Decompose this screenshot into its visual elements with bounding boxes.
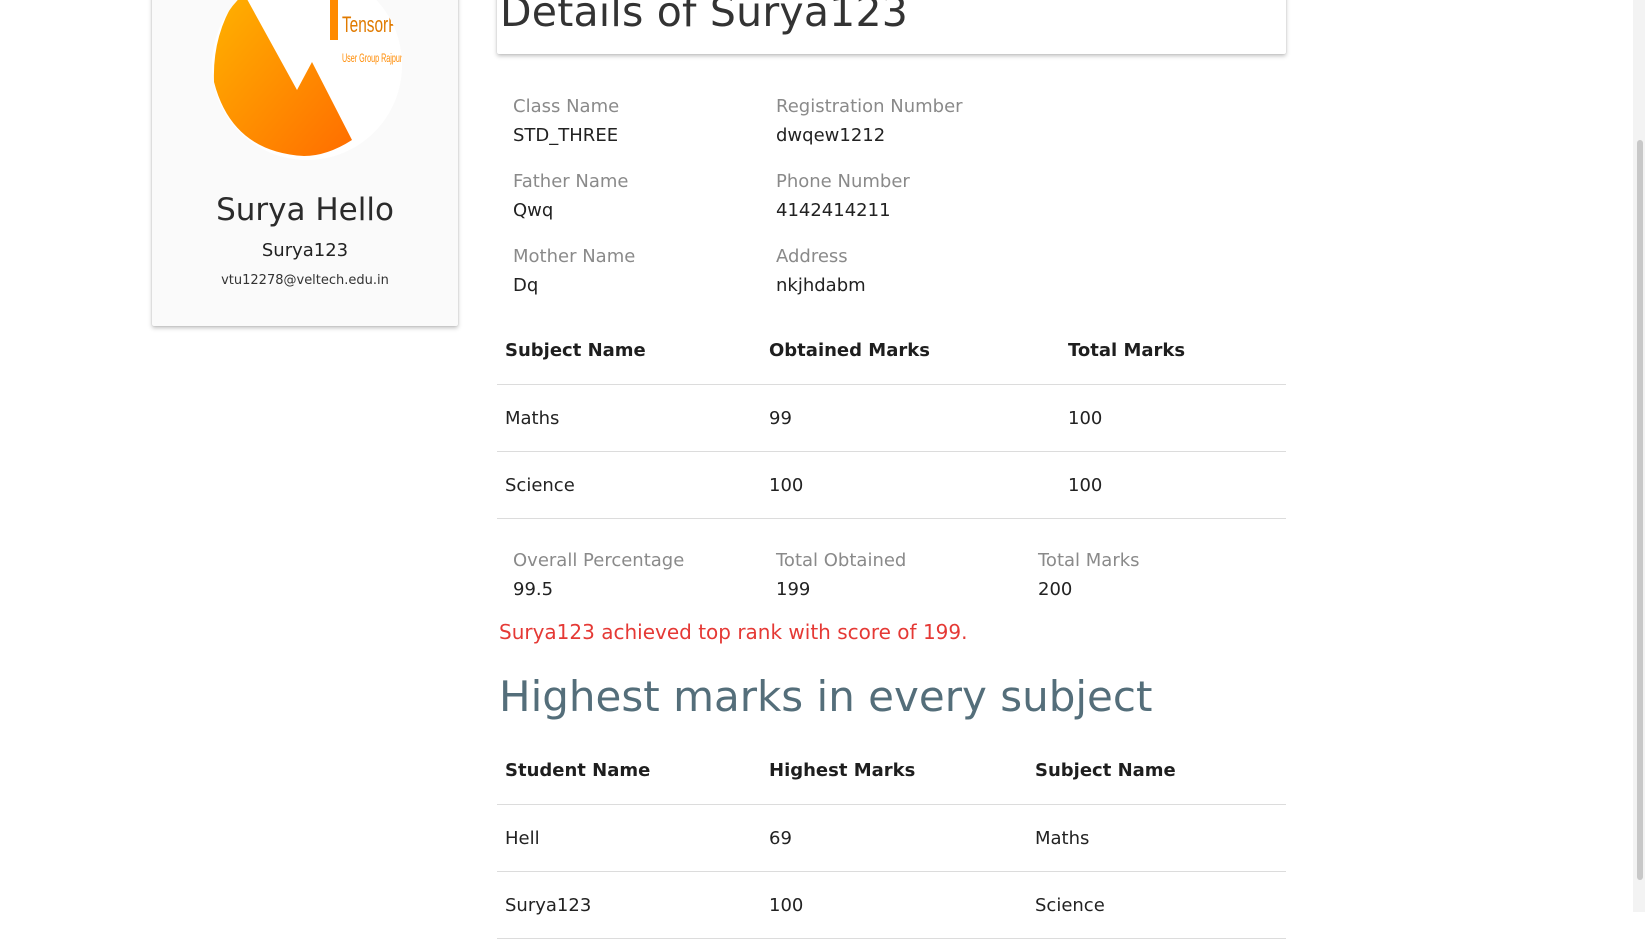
- detail-label: Father Name: [513, 171, 629, 192]
- column-header: Subject Name: [1035, 760, 1176, 781]
- detail-value: Dq: [513, 275, 539, 296]
- table-row: Science 100 100: [497, 452, 1286, 519]
- tensorflow-logo-icon: TensorFlow User Group Rajpur: [212, 0, 402, 160]
- detail-value: STD_THREE: [513, 125, 619, 146]
- profile-card: TensorFlow User Group Rajpur Surya Hello…: [152, 0, 458, 326]
- table-row: Hell 69 Maths: [497, 805, 1286, 872]
- detail-value: 4142414211: [776, 200, 891, 221]
- summary-value: 99.5: [513, 579, 554, 600]
- table-cell: Maths: [505, 407, 560, 429]
- page-title: Details of Surya123: [500, 0, 909, 36]
- summary-label: Total Marks: [1038, 550, 1140, 571]
- top-rank-message: Surya123 achieved top rank with score of…: [499, 620, 968, 644]
- table-cell: 100: [769, 894, 804, 916]
- table-cell: Science: [505, 474, 575, 496]
- column-header: Student Name: [505, 760, 651, 781]
- summary-label: Total Obtained: [776, 550, 907, 571]
- profile-email: vtu12278@veltech.edu.in: [221, 273, 389, 288]
- table-row: Maths 99 100: [497, 385, 1286, 452]
- page: TensorFlow User Group Rajpur Surya Hello…: [0, 0, 1645, 939]
- detail-label: Class Name: [513, 96, 620, 117]
- table-cell: Maths: [1035, 827, 1090, 849]
- detail-label: Address: [776, 246, 848, 267]
- summary-overall-percentage: Overall Percentage 99.5: [513, 550, 684, 600]
- summary-total-obtained: Total Obtained 199: [776, 550, 906, 600]
- detail-value: Qwq: [513, 200, 554, 221]
- logo-text: TensorFlow: [342, 13, 402, 37]
- column-header: Subject Name: [505, 340, 646, 361]
- detail-address: Address nkjhdabm: [776, 246, 866, 296]
- table-cell: Surya123: [505, 894, 592, 916]
- scrollbar-thumb[interactable]: [1637, 140, 1643, 880]
- detail-label: Registration Number: [776, 96, 963, 117]
- summary-total-marks: Total Marks 200: [1038, 550, 1140, 600]
- avatar: TensorFlow User Group Rajpur: [212, 0, 402, 160]
- profile-name: Surya Hello: [216, 192, 394, 228]
- detail-value: nkjhdabm: [776, 275, 866, 296]
- highest-marks-title: Highest marks in every subject: [499, 672, 1153, 721]
- vertical-scrollbar[interactable]: [1633, 0, 1645, 912]
- summary-label: Overall Percentage: [513, 550, 685, 571]
- table-header-row: Subject Name Obtained Marks Total Marks: [497, 317, 1286, 385]
- detail-label: Phone Number: [776, 171, 910, 192]
- logo-subtext: User Group Rajpur: [342, 52, 402, 65]
- table-cell: 100: [1068, 407, 1103, 429]
- column-header: Highest Marks: [769, 760, 916, 781]
- detail-registration-number: Registration Number dwqew1212: [776, 96, 963, 146]
- detail-label: Mother Name: [513, 246, 636, 267]
- column-header: Obtained Marks: [769, 340, 930, 361]
- table-header-row: Student Name Highest Marks Subject Name: [497, 737, 1286, 805]
- table-cell: 100: [1068, 474, 1103, 496]
- details-header-card: Details of Surya123: [497, 0, 1286, 54]
- column-header: Total Marks: [1068, 340, 1186, 361]
- table-cell: Hell: [505, 827, 540, 849]
- table-row: Surya123 100 Science: [497, 872, 1286, 939]
- detail-value: dwqew1212: [776, 125, 886, 146]
- table-cell: 69: [769, 827, 792, 849]
- table-cell: 99: [769, 407, 792, 429]
- profile-username: Surya123: [261, 240, 349, 261]
- marks-table: Subject Name Obtained Marks Total Marks …: [497, 317, 1286, 519]
- highest-marks-table: Student Name Highest Marks Subject Name …: [497, 737, 1286, 939]
- detail-mother-name: Mother Name Dq: [513, 246, 635, 296]
- detail-father-name: Father Name Qwq: [513, 171, 629, 221]
- table-cell: 100: [769, 474, 804, 496]
- detail-phone-number: Phone Number 4142414211: [776, 171, 910, 221]
- summary-value: 199: [776, 579, 811, 600]
- table-cell: Science: [1035, 894, 1105, 916]
- summary-value: 200: [1038, 579, 1073, 600]
- detail-class-name: Class Name STD_THREE: [513, 96, 619, 146]
